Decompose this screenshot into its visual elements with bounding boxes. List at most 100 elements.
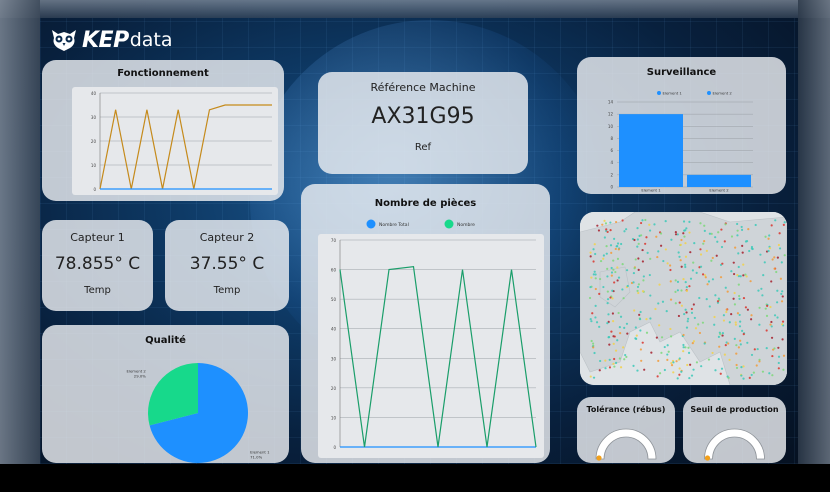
map-point bbox=[687, 317, 690, 320]
reference-card: Référence Machine AX31G95 Ref bbox=[318, 72, 528, 174]
logo-data-text: data bbox=[129, 29, 173, 51]
pieces-line-chart: 0 10 20 30 40 50 60 70 bbox=[331, 238, 537, 450]
map-point bbox=[732, 272, 736, 276]
map-point bbox=[685, 326, 689, 329]
legend-marker-2 bbox=[444, 219, 454, 229]
map-point bbox=[599, 259, 603, 263]
map-point bbox=[720, 245, 724, 249]
map-point bbox=[626, 332, 629, 335]
map-point bbox=[592, 248, 595, 251]
map-point bbox=[777, 361, 780, 365]
map-point bbox=[735, 366, 739, 370]
logo-kep-text: KEP bbox=[82, 27, 129, 53]
map-point bbox=[666, 344, 669, 347]
map-point bbox=[750, 353, 754, 357]
map-point bbox=[769, 323, 772, 326]
map-point bbox=[765, 347, 768, 350]
qualite-pie-chart: Element 171.0%Element 229.0% bbox=[127, 363, 270, 463]
map-point bbox=[750, 318, 753, 321]
map-point bbox=[728, 321, 731, 324]
y-tick-label: 10 bbox=[331, 415, 337, 420]
map-point bbox=[603, 219, 606, 222]
map-point bbox=[598, 292, 601, 295]
map-point bbox=[619, 366, 623, 369]
fonctionnement-card: Fonctionnement 0 10 20 30 40 bbox=[42, 60, 284, 201]
map-point bbox=[736, 312, 740, 315]
map-point bbox=[674, 279, 677, 282]
map-point bbox=[626, 284, 629, 288]
map-point bbox=[680, 289, 683, 292]
map-point bbox=[744, 306, 748, 309]
map-point bbox=[674, 290, 677, 294]
pieces-card: Nombre de pièces Nombre Total Nombre 0 10 2… bbox=[301, 184, 550, 463]
map-point bbox=[699, 248, 702, 251]
map-point bbox=[761, 294, 764, 297]
map-point bbox=[632, 271, 636, 275]
map-point bbox=[592, 260, 595, 263]
legend-marker-1 bbox=[366, 219, 376, 229]
map-point bbox=[770, 325, 773, 328]
map-point bbox=[776, 289, 779, 292]
map-point bbox=[759, 253, 762, 256]
map-point bbox=[699, 253, 703, 256]
map-point bbox=[735, 352, 738, 355]
gauge-marker bbox=[704, 455, 711, 461]
map-point bbox=[625, 355, 628, 359]
map-point bbox=[633, 267, 636, 270]
map-point bbox=[618, 357, 621, 360]
map-point bbox=[604, 222, 608, 225]
gauge-arc bbox=[704, 428, 765, 460]
map-point bbox=[781, 295, 784, 298]
map-point bbox=[660, 336, 664, 339]
y-tick-label: 60 bbox=[331, 268, 337, 273]
map-point bbox=[693, 316, 696, 320]
map-point bbox=[742, 296, 746, 300]
kepdata-logo: KEP data bbox=[50, 26, 173, 54]
map-point bbox=[625, 322, 629, 325]
map-point bbox=[645, 331, 649, 334]
map-point bbox=[653, 223, 656, 226]
map-point bbox=[782, 354, 786, 357]
map-point bbox=[772, 348, 775, 351]
map-point bbox=[632, 364, 635, 367]
map-point bbox=[707, 280, 711, 283]
map-point bbox=[750, 373, 753, 377]
map-point bbox=[616, 339, 619, 342]
y-tick-label: 40 bbox=[91, 91, 97, 96]
map-point bbox=[737, 283, 740, 286]
owl-logo-icon bbox=[52, 30, 76, 51]
map-point bbox=[706, 283, 709, 286]
map-point bbox=[711, 351, 714, 355]
map-point bbox=[676, 280, 680, 283]
map-point bbox=[634, 326, 637, 329]
europe-map-card[interactable] bbox=[580, 212, 787, 385]
map-point bbox=[689, 251, 692, 254]
map-point bbox=[732, 297, 735, 300]
map-point bbox=[637, 242, 640, 245]
map-point bbox=[747, 228, 750, 231]
map-point bbox=[619, 315, 623, 318]
map-point bbox=[775, 270, 778, 274]
map-point bbox=[669, 268, 672, 272]
map-point bbox=[730, 235, 734, 238]
map-point bbox=[614, 220, 618, 224]
map-point bbox=[688, 285, 691, 288]
map-point bbox=[765, 329, 768, 332]
map-point bbox=[612, 319, 615, 323]
map-point bbox=[663, 345, 666, 349]
gauge-arc bbox=[595, 428, 657, 460]
map-point bbox=[699, 265, 703, 268]
map-point bbox=[680, 370, 683, 373]
map-point bbox=[717, 335, 720, 338]
y-tick-label: 8 bbox=[610, 136, 613, 141]
map-point bbox=[692, 368, 695, 371]
map-point bbox=[597, 229, 601, 232]
map-point bbox=[636, 245, 639, 248]
map-point bbox=[602, 285, 605, 289]
map-point bbox=[619, 332, 622, 335]
map-point bbox=[611, 312, 615, 315]
map-point bbox=[623, 358, 626, 361]
capteur1-card: Capteur 1 78.855° C Temp bbox=[42, 220, 153, 311]
map-point bbox=[751, 247, 754, 251]
map-point bbox=[722, 319, 726, 322]
